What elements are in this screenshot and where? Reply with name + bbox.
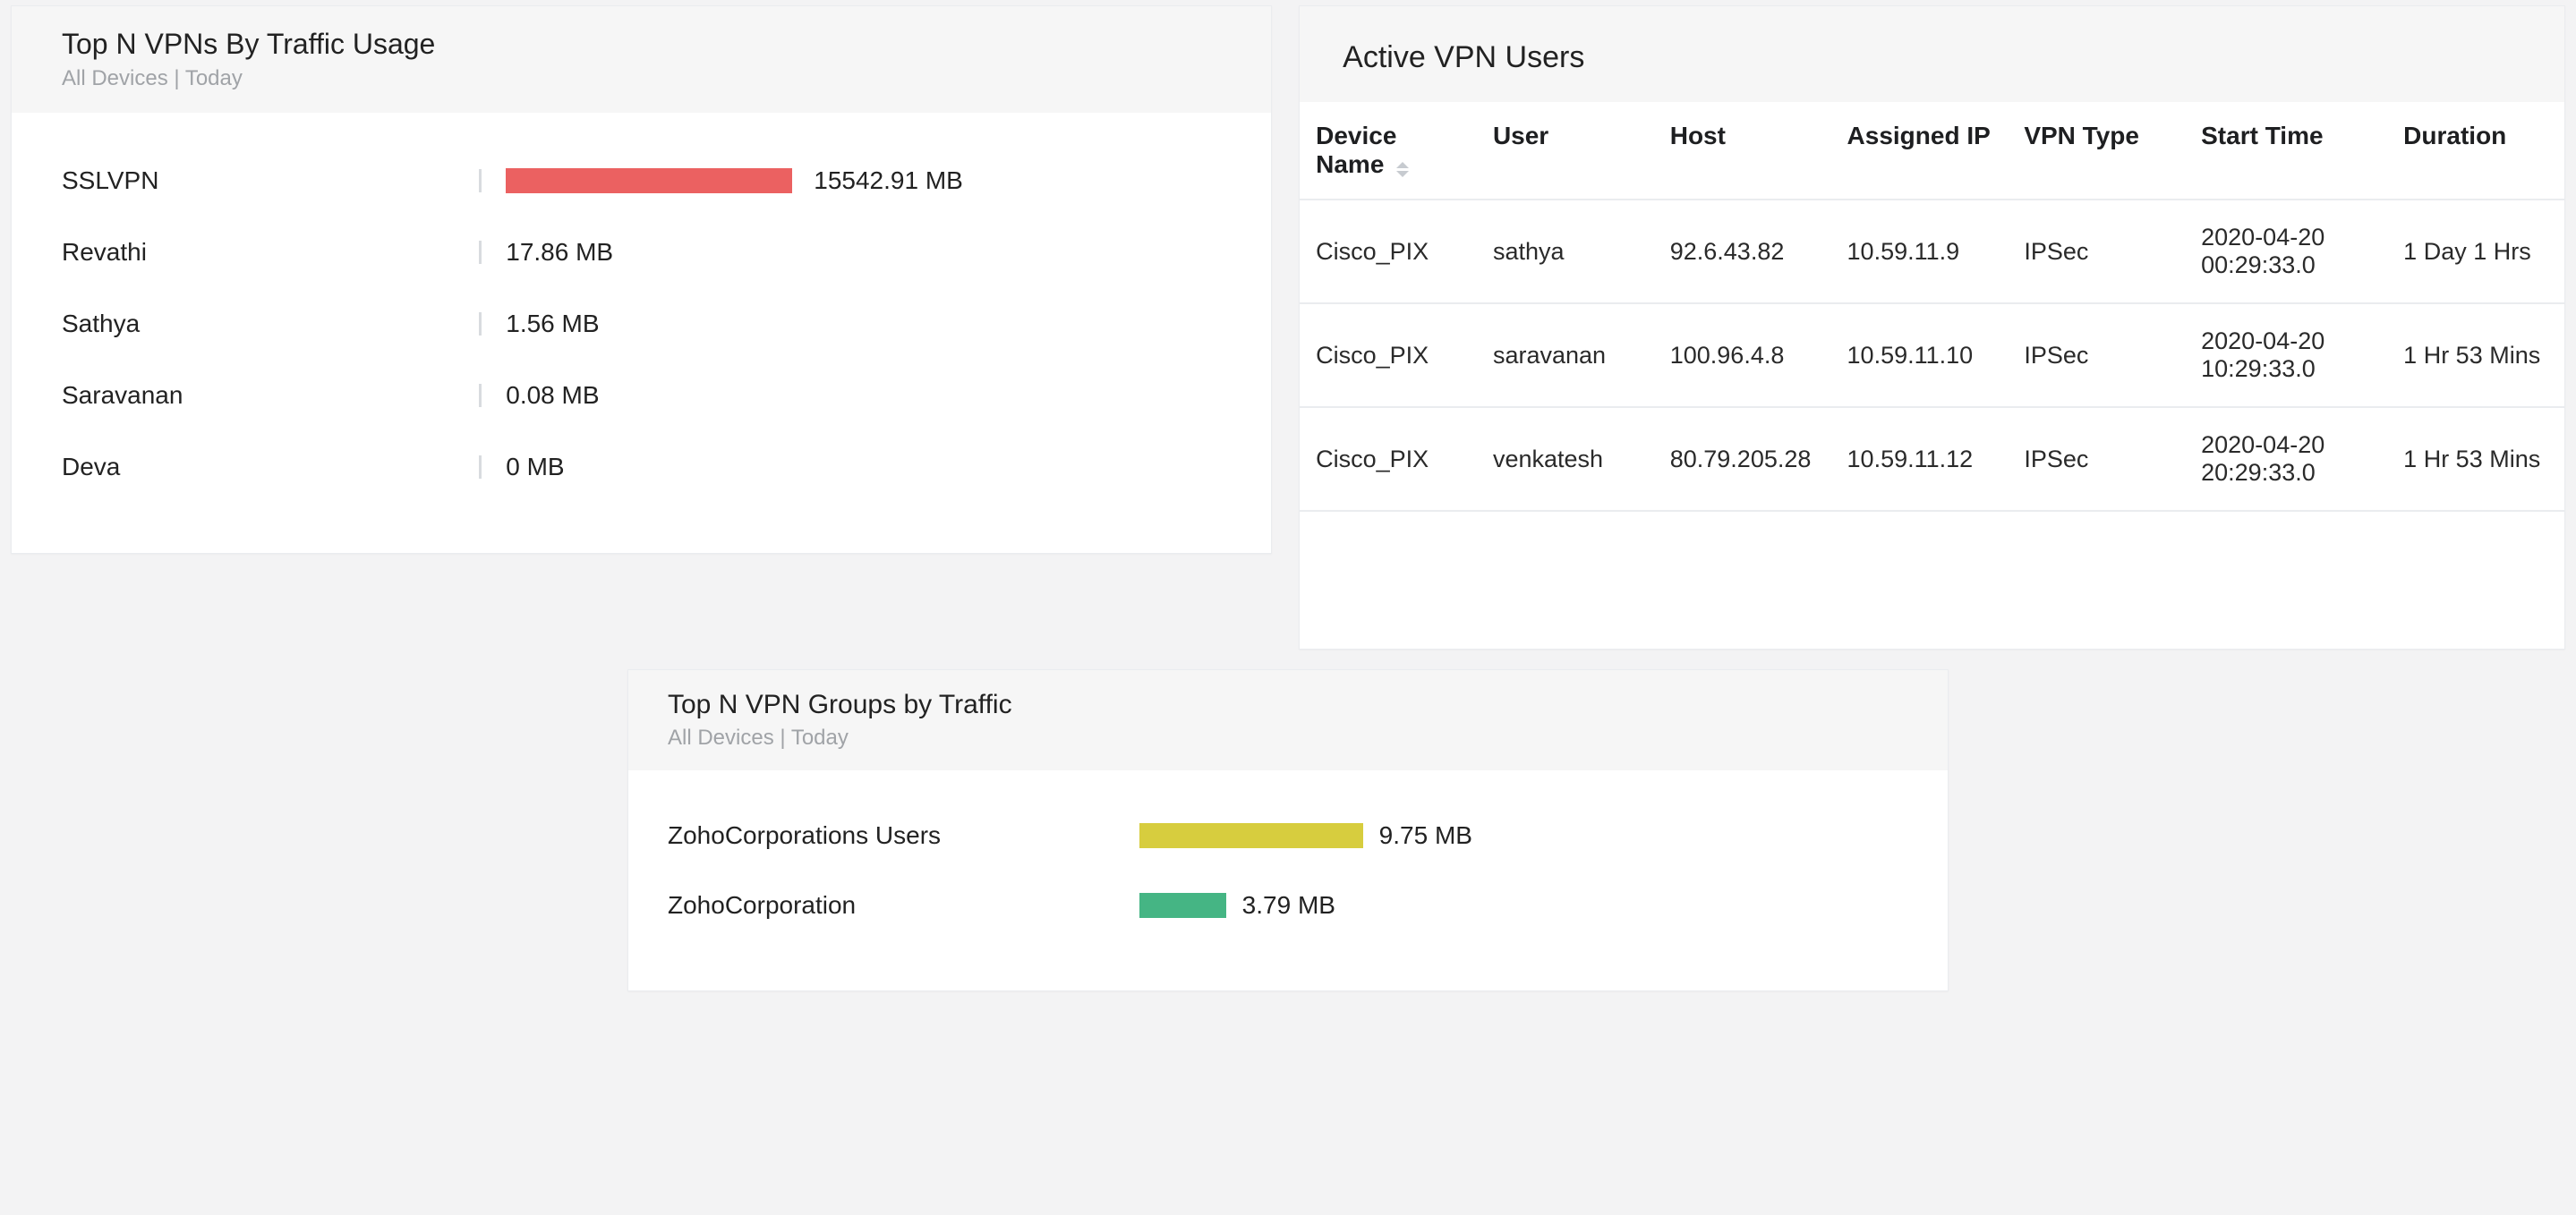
active-users-table: Device Name User Host Assigned IP VPN Ty… (1300, 102, 2564, 512)
column-header-assigned-ip[interactable]: Assigned IP (1831, 102, 2009, 200)
axis-tick (479, 384, 482, 407)
table-row[interactable]: Cisco_PIXsaravanan100.96.4.810.59.11.10I… (1300, 303, 2564, 407)
bar-row: SSLVPN 15542.91 MB (62, 145, 1221, 217)
panel-header: Top N VPN Groups by Traffic All Devices … (628, 670, 1948, 770)
column-header-start-time[interactable]: Start Time (2185, 102, 2387, 200)
header-label: Device Name (1316, 122, 1396, 178)
header-label: Host (1670, 122, 1726, 149)
panel-body: ZohoCorporations Users9.75 MBZohoCorpora… (628, 770, 1948, 990)
bar-value-area: 17.86 MB (506, 238, 1221, 267)
column-header-host[interactable]: Host (1654, 102, 1831, 200)
cell-device: Cisco_PIX (1300, 303, 1477, 407)
panel-title: Top N VPN Groups by Traffic (668, 690, 1908, 720)
bar-value-area: 15542.91 MB (506, 166, 1221, 195)
bar-value-area: 1.56 MB (506, 310, 1221, 338)
bar-row: Deva 0 MB (62, 431, 1221, 503)
table-header-row: Device Name User Host Assigned IP VPN Ty… (1300, 102, 2564, 200)
cell-device: Cisco_PIX (1300, 407, 1477, 511)
cell-start-time: 2020-04-20 10:29:33.0 (2185, 303, 2387, 407)
bar-row: ZohoCorporations Users 9.75 MB (668, 801, 1908, 871)
cell-user: saravanan (1477, 303, 1654, 407)
bar-value-area: 3.79 MB (1139, 891, 1908, 920)
bar-value-label: 0.08 MB (506, 381, 599, 410)
cell-user: sathya (1477, 200, 1654, 303)
panel-subtitle: All Devices | Today (62, 66, 1221, 91)
cell-vpn-type: IPSec (2008, 200, 2185, 303)
header-label: VPN Type (2024, 122, 2139, 149)
bar-label: SSLVPN (62, 166, 479, 195)
cell-assigned-ip: 10.59.11.12 (1831, 407, 2009, 511)
bar-row: Saravanan 0.08 MB (62, 360, 1221, 431)
cell-assigned-ip: 10.59.11.9 (1831, 200, 2009, 303)
bar-value-area: 0 MB (506, 453, 1221, 481)
bar-label: Saravanan (62, 381, 479, 410)
groups-bar-chart: ZohoCorporations Users9.75 MBZohoCorpora… (668, 801, 1908, 940)
column-header-duration[interactable]: Duration (2387, 102, 2564, 200)
axis-tick (479, 455, 482, 479)
cell-start-time: 2020-04-20 00:29:33.0 (2185, 200, 2387, 303)
table-row[interactable]: Cisco_PIXvenkatesh80.79.205.2810.59.11.1… (1300, 407, 2564, 511)
bar-label: ZohoCorporation (668, 891, 1139, 920)
axis-tick (479, 241, 482, 264)
bar-value-area: 0.08 MB (506, 381, 1221, 410)
cell-assigned-ip: 10.59.11.10 (1831, 303, 2009, 407)
bar-row: Sathya 1.56 MB (62, 288, 1221, 360)
cell-user: venkatesh (1477, 407, 1654, 511)
cell-host: 100.96.4.8 (1654, 303, 1831, 407)
column-header-device-name[interactable]: Device Name (1300, 102, 1477, 200)
bar-row: Revathi 17.86 MB (62, 217, 1221, 288)
panel-title: Active VPN Users (1300, 6, 2564, 102)
column-header-vpn-type[interactable]: VPN Type (2008, 102, 2185, 200)
cell-start-time: 2020-04-20 20:29:33.0 (2185, 407, 2387, 511)
cell-host: 80.79.205.28 (1654, 407, 1831, 511)
panel-body: SSLVPN 15542.91 MB Revathi 17.86 MB Sathya 1.… (12, 113, 1271, 553)
axis-tick (479, 169, 482, 192)
cell-duration: 1 Hr 53 Mins (2387, 407, 2564, 511)
cell-vpn-type: IPSec (2008, 303, 2185, 407)
header-label: Start Time (2201, 122, 2323, 149)
header-label: Duration (2403, 122, 2506, 149)
bar-value-area: 9.75 MB (1139, 821, 1908, 850)
cell-host: 92.6.43.82 (1654, 200, 1831, 303)
cell-vpn-type: IPSec (2008, 407, 2185, 511)
active-vpn-users-panel: Active VPN Users Device Name User Host A… (1299, 5, 2565, 650)
bar-value-label: 9.75 MB (1379, 821, 1472, 850)
bar-value-label: 0 MB (506, 453, 564, 481)
bar-value-label: 3.79 MB (1242, 891, 1335, 920)
bar-value-label: 15542.91 MB (814, 166, 963, 195)
bar-fill (1139, 823, 1363, 848)
bar-label: ZohoCorporations Users (668, 821, 1139, 850)
bar-value-label: 1.56 MB (506, 310, 599, 338)
axis-tick (479, 312, 482, 336)
bar-fill (1139, 893, 1226, 918)
panel-header: Top N VPNs By Traffic Usage All Devices … (12, 6, 1271, 113)
bar-fill (506, 168, 792, 193)
table-row[interactable]: Cisco_PIXsathya92.6.43.8210.59.11.9IPSec… (1300, 200, 2564, 303)
column-header-user[interactable]: User (1477, 102, 1654, 200)
top-vpn-groups-panel: Top N VPN Groups by Traffic All Devices … (627, 669, 1949, 991)
bar-label: Sathya (62, 310, 479, 338)
header-label: Assigned IP (1847, 122, 1991, 149)
bar-label: Revathi (62, 238, 479, 267)
traffic-bar-chart: SSLVPN 15542.91 MB Revathi 17.86 MB Sathya 1.… (62, 145, 1221, 503)
panel-title: Top N VPNs By Traffic Usage (62, 28, 1221, 61)
header-label: User (1493, 122, 1548, 149)
cell-duration: 1 Hr 53 Mins (2387, 303, 2564, 407)
bar-row: ZohoCorporation 3.79 MB (668, 871, 1908, 940)
cell-device: Cisco_PIX (1300, 200, 1477, 303)
panel-subtitle: All Devices | Today (668, 726, 1908, 751)
top-vpns-traffic-panel: Top N VPNs By Traffic Usage All Devices … (11, 5, 1272, 554)
cell-duration: 1 Day 1 Hrs (2387, 200, 2564, 303)
bar-label: Deva (62, 453, 479, 481)
bar-value-label: 17.86 MB (506, 238, 613, 267)
